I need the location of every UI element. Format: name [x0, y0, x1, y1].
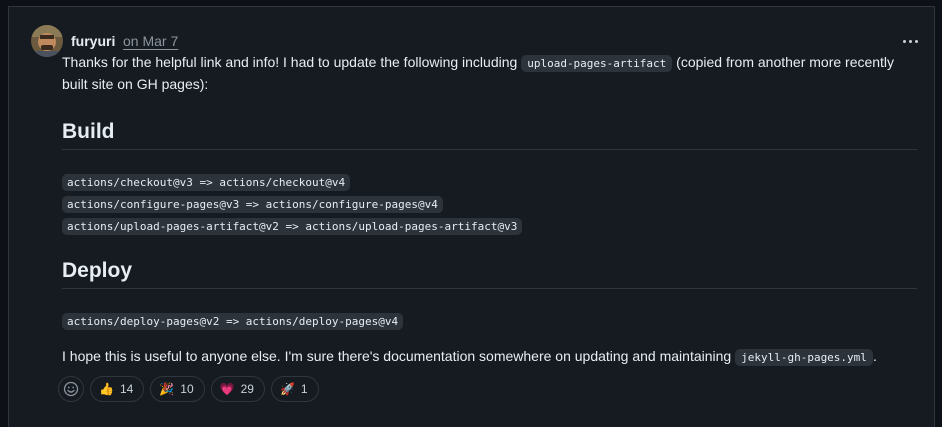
- build-code-line: actions/checkout@v3 => actions/checkout@…: [62, 172, 351, 191]
- build-code-line: actions/upload-pages-artifact@v2 => acti…: [62, 216, 523, 235]
- rocket-icon: 🚀: [279, 382, 295, 396]
- hooray-icon: 🎉: [159, 382, 175, 396]
- paragraph-text: built site on GH pages):: [62, 76, 209, 92]
- build-heading: Build: [62, 121, 917, 150]
- inline-code: jekyll-gh-pages.yml: [735, 349, 873, 366]
- comment-paragraph: I hope this is useful to anyone else. I'…: [62, 346, 877, 368]
- more-options-icon[interactable]: [899, 32, 921, 50]
- reaction-count: 10: [180, 382, 194, 396]
- deploy-code-line: actions/deploy-pages@v2 => actions/deplo…: [62, 311, 404, 330]
- inline-code: actions/deploy-pages@v2 => actions/deplo…: [62, 313, 404, 330]
- paragraph-text: .: [872, 348, 877, 364]
- paragraph-text: (copied from another more recently: [672, 54, 895, 70]
- reaction-count: 29: [240, 382, 254, 396]
- comment-body: Thanks for the helpful link and info! I …: [62, 52, 917, 366]
- reaction-rocket[interactable]: 🚀 1: [270, 376, 319, 402]
- deploy-heading: Deploy: [62, 260, 917, 289]
- reaction-count: 14: [119, 382, 134, 396]
- paragraph-text: Thanks for the helpful link and info! I …: [62, 54, 522, 70]
- inline-code: actions/upload-pages-artifact@v2 => acti…: [62, 218, 523, 235]
- paragraph-text: I hope this is useful to anyone else. I'…: [62, 348, 736, 364]
- build-code-line: actions/configure-pages@v3 => actions/co…: [62, 194, 443, 213]
- heart-icon: 💗: [219, 382, 235, 396]
- reaction-hooray[interactable]: 🎉 10: [150, 376, 205, 402]
- inline-code: actions/configure-pages@v3 => actions/co…: [62, 196, 443, 213]
- thumbs-up-icon: 👍: [99, 382, 114, 396]
- comment-author[interactable]: furyuri: [71, 33, 115, 49]
- reaction-heart[interactable]: 💗 29: [210, 376, 265, 402]
- inline-code: upload-pages-artifact: [521, 55, 673, 72]
- comment-date[interactable]: on Mar 7: [123, 33, 178, 49]
- avatar[interactable]: [31, 25, 63, 57]
- inline-code: actions/checkout@v3 => actions/checkout@…: [62, 174, 351, 191]
- smiley-icon: [63, 381, 79, 397]
- add-reaction-button[interactable]: [58, 376, 84, 402]
- reaction-count: 1: [300, 382, 308, 396]
- reactions-bar: 👍 14 🎉 10 💗 29 🚀 1: [58, 376, 319, 402]
- reaction-thumbs-up[interactable]: 👍 14: [90, 376, 145, 402]
- comment-paragraph: Thanks for the helpful link and info! I …: [62, 52, 917, 95]
